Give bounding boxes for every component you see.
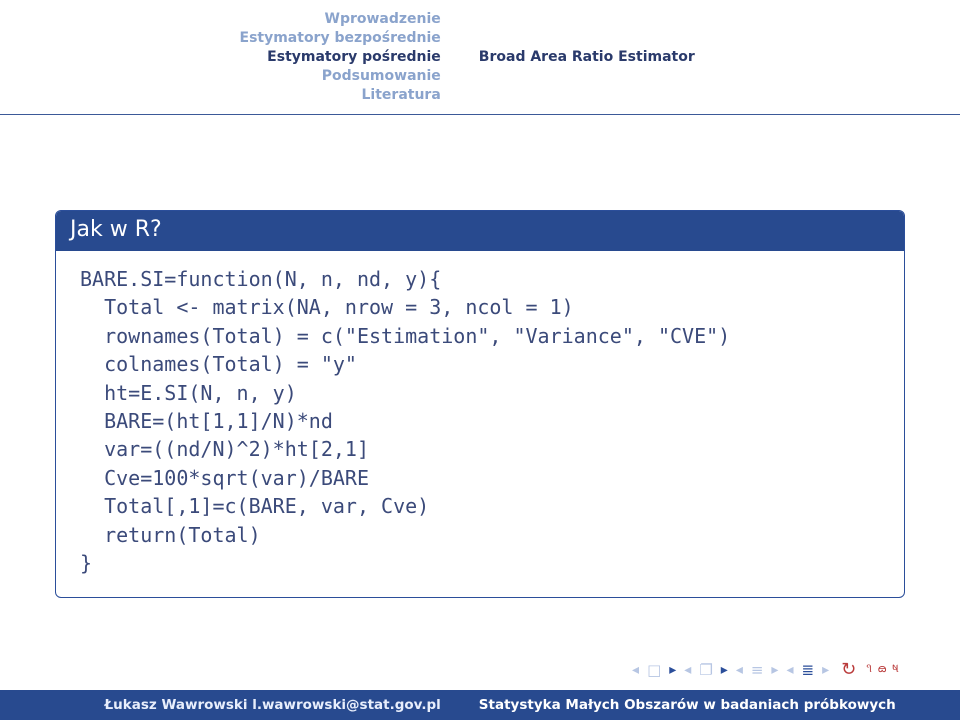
footer-title: Statystyka Małych Obszarów w badaniach p… <box>461 697 960 713</box>
footer-title-text: Statystyka Małych Obszarów w badaniach p… <box>479 697 896 713</box>
nav-prev-icon[interactable]: ▸ <box>669 662 676 678</box>
block-title-text: Jak w R? <box>70 217 162 242</box>
nav-eq2-icon[interactable]: ≣ <box>801 661 814 679</box>
nav-label: Wprowadzenie <box>325 11 441 27</box>
outline-nav: Wprowadzenie Estymatory bezpośrednie Est… <box>0 10 461 104</box>
nav-back-eq2-icon[interactable]: ◂ <box>786 662 793 678</box>
nav-first-icon[interactable]: ◂ <box>632 662 639 678</box>
nav-label: Podsumowanie <box>322 68 441 84</box>
slide-header: Wprowadzenie Estymatory bezpośrednie Est… <box>0 10 960 115</box>
nav-fwd-eq2-icon[interactable]: ▸ <box>822 662 829 678</box>
nav-label: Estymatory bezpośrednie <box>240 30 441 46</box>
nav-item[interactable]: Wprowadzenie <box>0 10 441 29</box>
nav-subframe-icon[interactable]: ❐ <box>699 661 712 679</box>
subsection-label: Broad Area Ratio Estimator <box>479 49 695 65</box>
nav-item[interactable]: Podsumowanie <box>0 67 441 86</box>
footer-author-text: Łukasz Wawrowski l.wawrowski@stat.gov.pl <box>105 697 441 713</box>
subsection-title: Broad Area Ratio Estimator <box>461 10 960 104</box>
nav-next-sub-icon[interactable]: ▸ <box>721 662 728 678</box>
nav-item[interactable]: Estymatory bezpośrednie <box>0 29 441 48</box>
slide-nav-icons: ◂ □ ▸ ◂ ❐ ▸ ◂ ≡ ▸ ◂ ≣ ▸ ↻ ૧ ౚ ષ <box>632 659 900 680</box>
code-block: Jak w R? BARE.SI=function(N, n, nd, y){ … <box>55 210 905 598</box>
nav-fwd-eq-icon[interactable]: ▸ <box>771 662 778 678</box>
nav-frame-icon[interactable]: □ <box>647 661 661 679</box>
nav-prev-sub-icon[interactable]: ◂ <box>684 662 691 678</box>
nav-back-eq-icon[interactable]: ◂ <box>736 662 743 678</box>
footer-author: Łukasz Wawrowski l.wawrowski@stat.gov.pl <box>0 697 461 713</box>
nav-loop-icon[interactable]: ↻ <box>841 659 856 680</box>
block-title: Jak w R? <box>56 211 904 251</box>
nav-item[interactable]: Literatura <box>0 86 441 105</box>
nav-loop-controls-icon[interactable]: ૧ ౚ ષ <box>866 661 900 678</box>
nav-eq-icon[interactable]: ≡ <box>751 661 764 679</box>
nav-item[interactable]: Estymatory pośrednie <box>0 48 441 67</box>
nav-label: Estymatory pośrednie <box>267 49 441 65</box>
code-body: BARE.SI=function(N, n, nd, y){ Total <- … <box>56 251 904 597</box>
nav-label: Literatura <box>362 87 441 103</box>
slide-footer: Łukasz Wawrowski l.wawrowski@stat.gov.pl… <box>0 690 960 720</box>
